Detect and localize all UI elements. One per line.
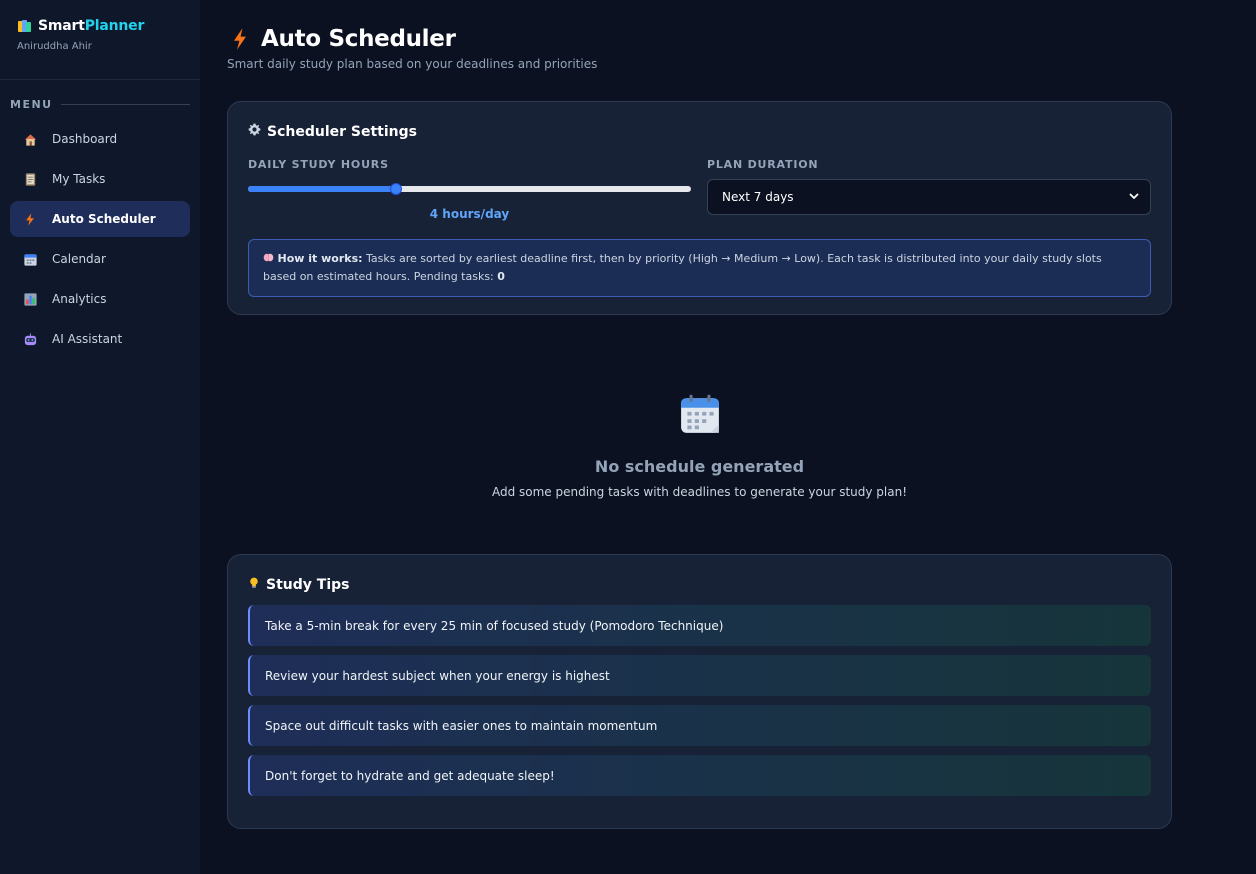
calendar-icon <box>679 393 721 439</box>
sidebar-item-ai-assistant[interactable]: AI Assistant <box>10 321 190 357</box>
bar-chart-icon <box>22 291 38 307</box>
app-root: SmartPlanner Aniruddha Ahir MENU Dashboa… <box>0 0 1256 874</box>
daily-hours-slider[interactable] <box>248 181 691 197</box>
page-subtitle: Smart daily study plan based on your dea… <box>227 57 598 71</box>
slider-thumb[interactable] <box>389 183 402 195</box>
lightning-icon <box>22 211 38 227</box>
chevron-down-icon <box>1128 190 1140 205</box>
notebook-icon <box>22 171 38 187</box>
info-text: Tasks are sorted by earliest deadline fi… <box>263 252 1102 283</box>
sidebar-item-calendar[interactable]: Calendar <box>10 241 190 277</box>
lightning-icon <box>227 25 253 53</box>
sidebar-item-label: Analytics <box>52 292 107 306</box>
sidebar-item-label: Auto Scheduler <box>52 212 156 226</box>
settings-title: Scheduler Settings <box>248 123 1151 140</box>
brand: SmartPlanner Aniruddha Ahir <box>0 0 200 80</box>
daily-hours-field: DAILY STUDY HOURS 4 hours/day <box>248 158 691 221</box>
tips-title: Study Tips <box>248 576 1151 593</box>
sidebar-item-my-tasks[interactable]: My Tasks <box>10 161 190 197</box>
calendar-icon <box>22 251 38 267</box>
title-row: Auto Scheduler <box>227 25 1172 53</box>
user-name: Aniruddha Ahir <box>17 41 92 52</box>
books-icon <box>17 19 33 33</box>
page-title: Auto Scheduler <box>261 26 456 52</box>
sidebar-item-label: Calendar <box>52 252 106 266</box>
plan-duration-select[interactable]: Next 7 days <box>707 179 1151 215</box>
scheduler-settings-card: Scheduler Settings DAILY STUDY HOURS 4 h… <box>227 101 1172 315</box>
menu-label: MENU <box>10 98 190 111</box>
sidebar-item-label: My Tasks <box>52 172 106 186</box>
menu-label-text: MENU <box>10 98 53 111</box>
main-content: Auto Scheduler Smart daily study plan ba… <box>200 0 1256 874</box>
tip-item: Space out difficult tasks with easier on… <box>248 705 1151 746</box>
info-bold: How it works: <box>277 252 363 265</box>
empty-title: No schedule generated <box>594 457 805 476</box>
brand-name-part2: Planner <box>84 18 145 34</box>
pending-count: 0 <box>497 270 505 283</box>
empty-subtitle: Add some pending tasks with deadlines to… <box>491 485 908 499</box>
tips-title-text: Study Tips <box>266 576 350 593</box>
settings-grid: DAILY STUDY HOURS 4 hours/day PLAN DURAT… <box>248 158 1151 221</box>
house-icon <box>22 131 38 147</box>
sidebar-item-auto-scheduler[interactable]: Auto Scheduler <box>10 201 190 237</box>
sidebar-nav: Dashboard My Tasks Auto Scheduler Calend… <box>10 121 190 357</box>
slider-fill <box>248 186 396 192</box>
robot-icon <box>22 331 38 347</box>
settings-title-text: Scheduler Settings <box>267 123 417 140</box>
page-header: Auto Scheduler Smart daily study plan ba… <box>227 25 1172 101</box>
sidebar-item-label: AI Assistant <box>52 332 123 346</box>
plan-duration-field: PLAN DURATION Next 7 days <box>707 158 1151 221</box>
brand-row[interactable]: SmartPlanner <box>17 18 183 34</box>
brand-name: SmartPlanner <box>38 18 144 34</box>
tip-item: Take a 5-min break for every 25 min of f… <box>248 605 1151 646</box>
daily-hours-value: 4 hours/day <box>429 207 510 221</box>
plan-duration-label: PLAN DURATION <box>707 158 819 171</box>
tips-list: Take a 5-min break for every 25 min of f… <box>248 605 1151 796</box>
sidebar-item-label: Dashboard <box>52 132 118 146</box>
tip-item: Review your hardest subject when your en… <box>248 655 1151 696</box>
brain-icon <box>263 252 278 265</box>
daily-hours-label: DAILY STUDY HOURS <box>248 158 389 171</box>
sidebar-item-analytics[interactable]: Analytics <box>10 281 190 317</box>
brand-name-part1: Smart <box>38 18 85 34</box>
tip-item: Don't forget to hydrate and get adequate… <box>248 755 1151 796</box>
gear-icon <box>248 123 261 140</box>
sidebar: SmartPlanner Aniruddha Ahir MENU Dashboa… <box>0 0 200 874</box>
sidebar-item-dashboard[interactable]: Dashboard <box>10 121 190 157</box>
study-tips-card: Study Tips Take a 5-min break for every … <box>227 554 1172 829</box>
lightbulb-icon <box>248 576 260 593</box>
how-it-works-info: How it works: Tasks are sorted by earlie… <box>248 239 1151 297</box>
plan-duration-value: Next 7 days <box>722 190 794 204</box>
empty-schedule-state: No schedule generated Add some pending t… <box>227 315 1172 554</box>
